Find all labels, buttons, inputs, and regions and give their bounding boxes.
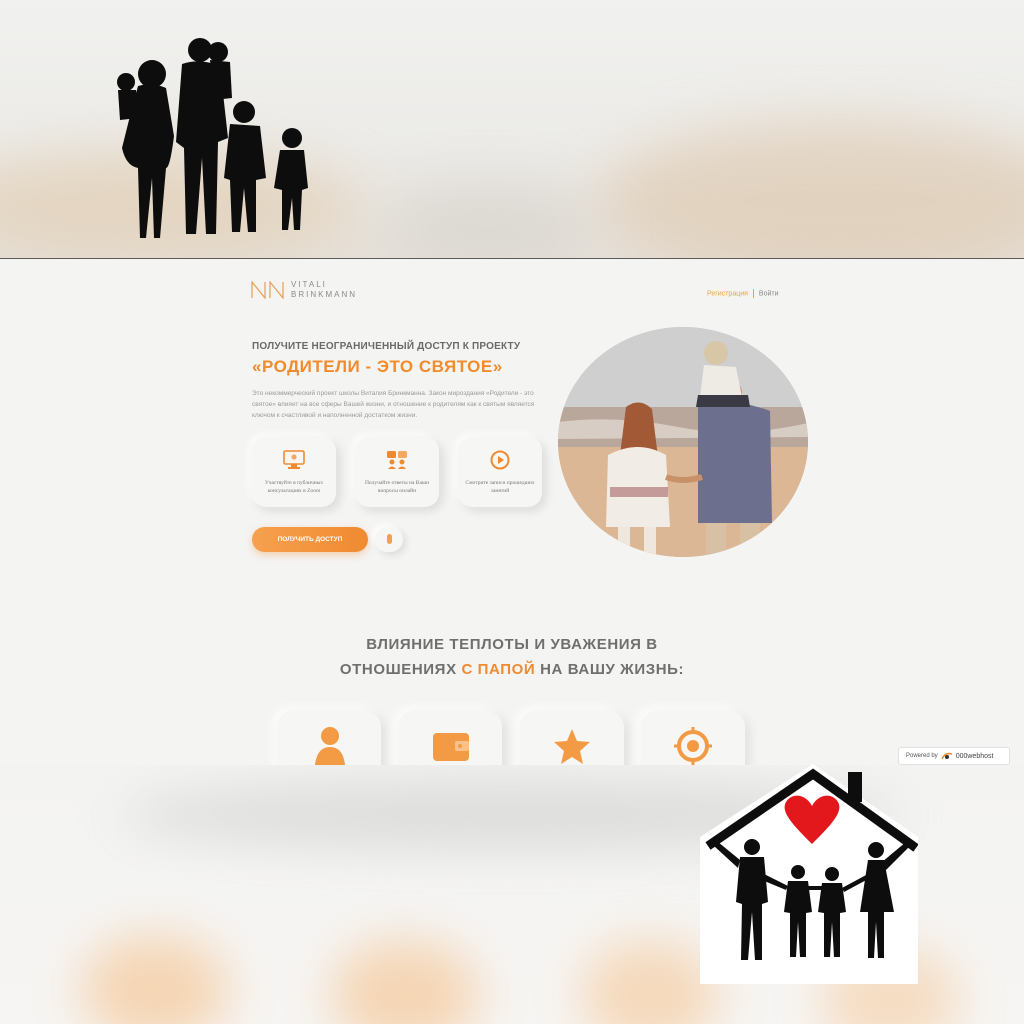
feature-card-zoom[interactable]: Участвуйте в публичных консультациях в Z… xyxy=(252,437,336,507)
benefit-card xyxy=(277,711,381,765)
family-house-icon xyxy=(700,764,918,984)
top-nav: Регистрация Войти xyxy=(707,289,779,298)
wallet-icon xyxy=(433,733,469,761)
target-icon xyxy=(674,727,712,765)
play-icon xyxy=(490,450,510,470)
hero-description: Это некоммерческий проект школы Виталия … xyxy=(252,390,535,419)
benefit-card xyxy=(641,711,745,765)
feature-card-recordings[interactable]: Смотрите записи прошедших занятий xyxy=(458,437,542,507)
mic-icon xyxy=(387,534,392,544)
benefit-card xyxy=(520,711,624,765)
family-silhouette-icon xyxy=(117,38,308,239)
section-title-text: ОТНОШЕНИЯХ xyxy=(339,661,462,678)
logo-mark-icon xyxy=(251,281,284,299)
feature-text: Получайте ответы на Ваши вопросы онлайн xyxy=(364,480,430,494)
logo-line2: BRINKMANN xyxy=(291,290,358,299)
chat-people-icon xyxy=(387,451,407,469)
hero-title: «РОДИТЕЛИ - ЭТО СВЯТОЕ» xyxy=(252,357,503,376)
get-access-button[interactable]: ПОЛУЧИТЬ ДОСТУП xyxy=(252,527,368,552)
hero-family-photo xyxy=(558,327,808,557)
section-title-line1: ВЛИЯНИЕ ТЕПЛОТЫ И УВАЖЕНИЯ В xyxy=(366,636,658,653)
section-title-text: НА ВАШУ ЖИЗНЬ: xyxy=(535,661,685,678)
logo-line1: VITALI xyxy=(291,280,327,289)
section-title-line2: ОТНОШЕНИЯХ С ПАПОЙ НА ВАШУ ЖИЗНЬ: xyxy=(0,661,1024,678)
register-link[interactable]: Регистрация xyxy=(707,290,748,297)
hero-pretitle: ПОЛУЧИТЕ НЕОГРАНИЧЕННЫЙ ДОСТУП К ПРОЕКТУ xyxy=(252,341,521,352)
family-beach-image xyxy=(558,327,808,557)
feature-text: Участвуйте в публичных консультациях в Z… xyxy=(264,480,324,494)
mic-button[interactable] xyxy=(375,527,403,552)
benefit-card xyxy=(398,711,502,765)
powered-by-brand: 000webhost xyxy=(955,752,994,760)
person-icon xyxy=(315,727,345,765)
nav-divider xyxy=(752,289,754,298)
star-icon xyxy=(554,729,590,764)
feature-card-questions[interactable]: Получайте ответы на Ваши вопросы онлайн xyxy=(355,437,439,507)
webhost-logo-icon xyxy=(940,752,952,760)
monitor-icon xyxy=(283,450,305,469)
section-title-accent: С ПАПОЙ xyxy=(461,661,536,678)
logo[interactable]: VITALI BRINKMANN xyxy=(251,280,357,300)
powered-by-text: Powered by xyxy=(906,753,938,759)
feature-text: Смотрите записи прошедших занятий xyxy=(465,480,535,494)
login-link[interactable]: Войти xyxy=(759,290,779,297)
landing-page: VITALI BRINKMANN Регистрация Войти ПОЛУЧИ… xyxy=(0,259,1024,765)
